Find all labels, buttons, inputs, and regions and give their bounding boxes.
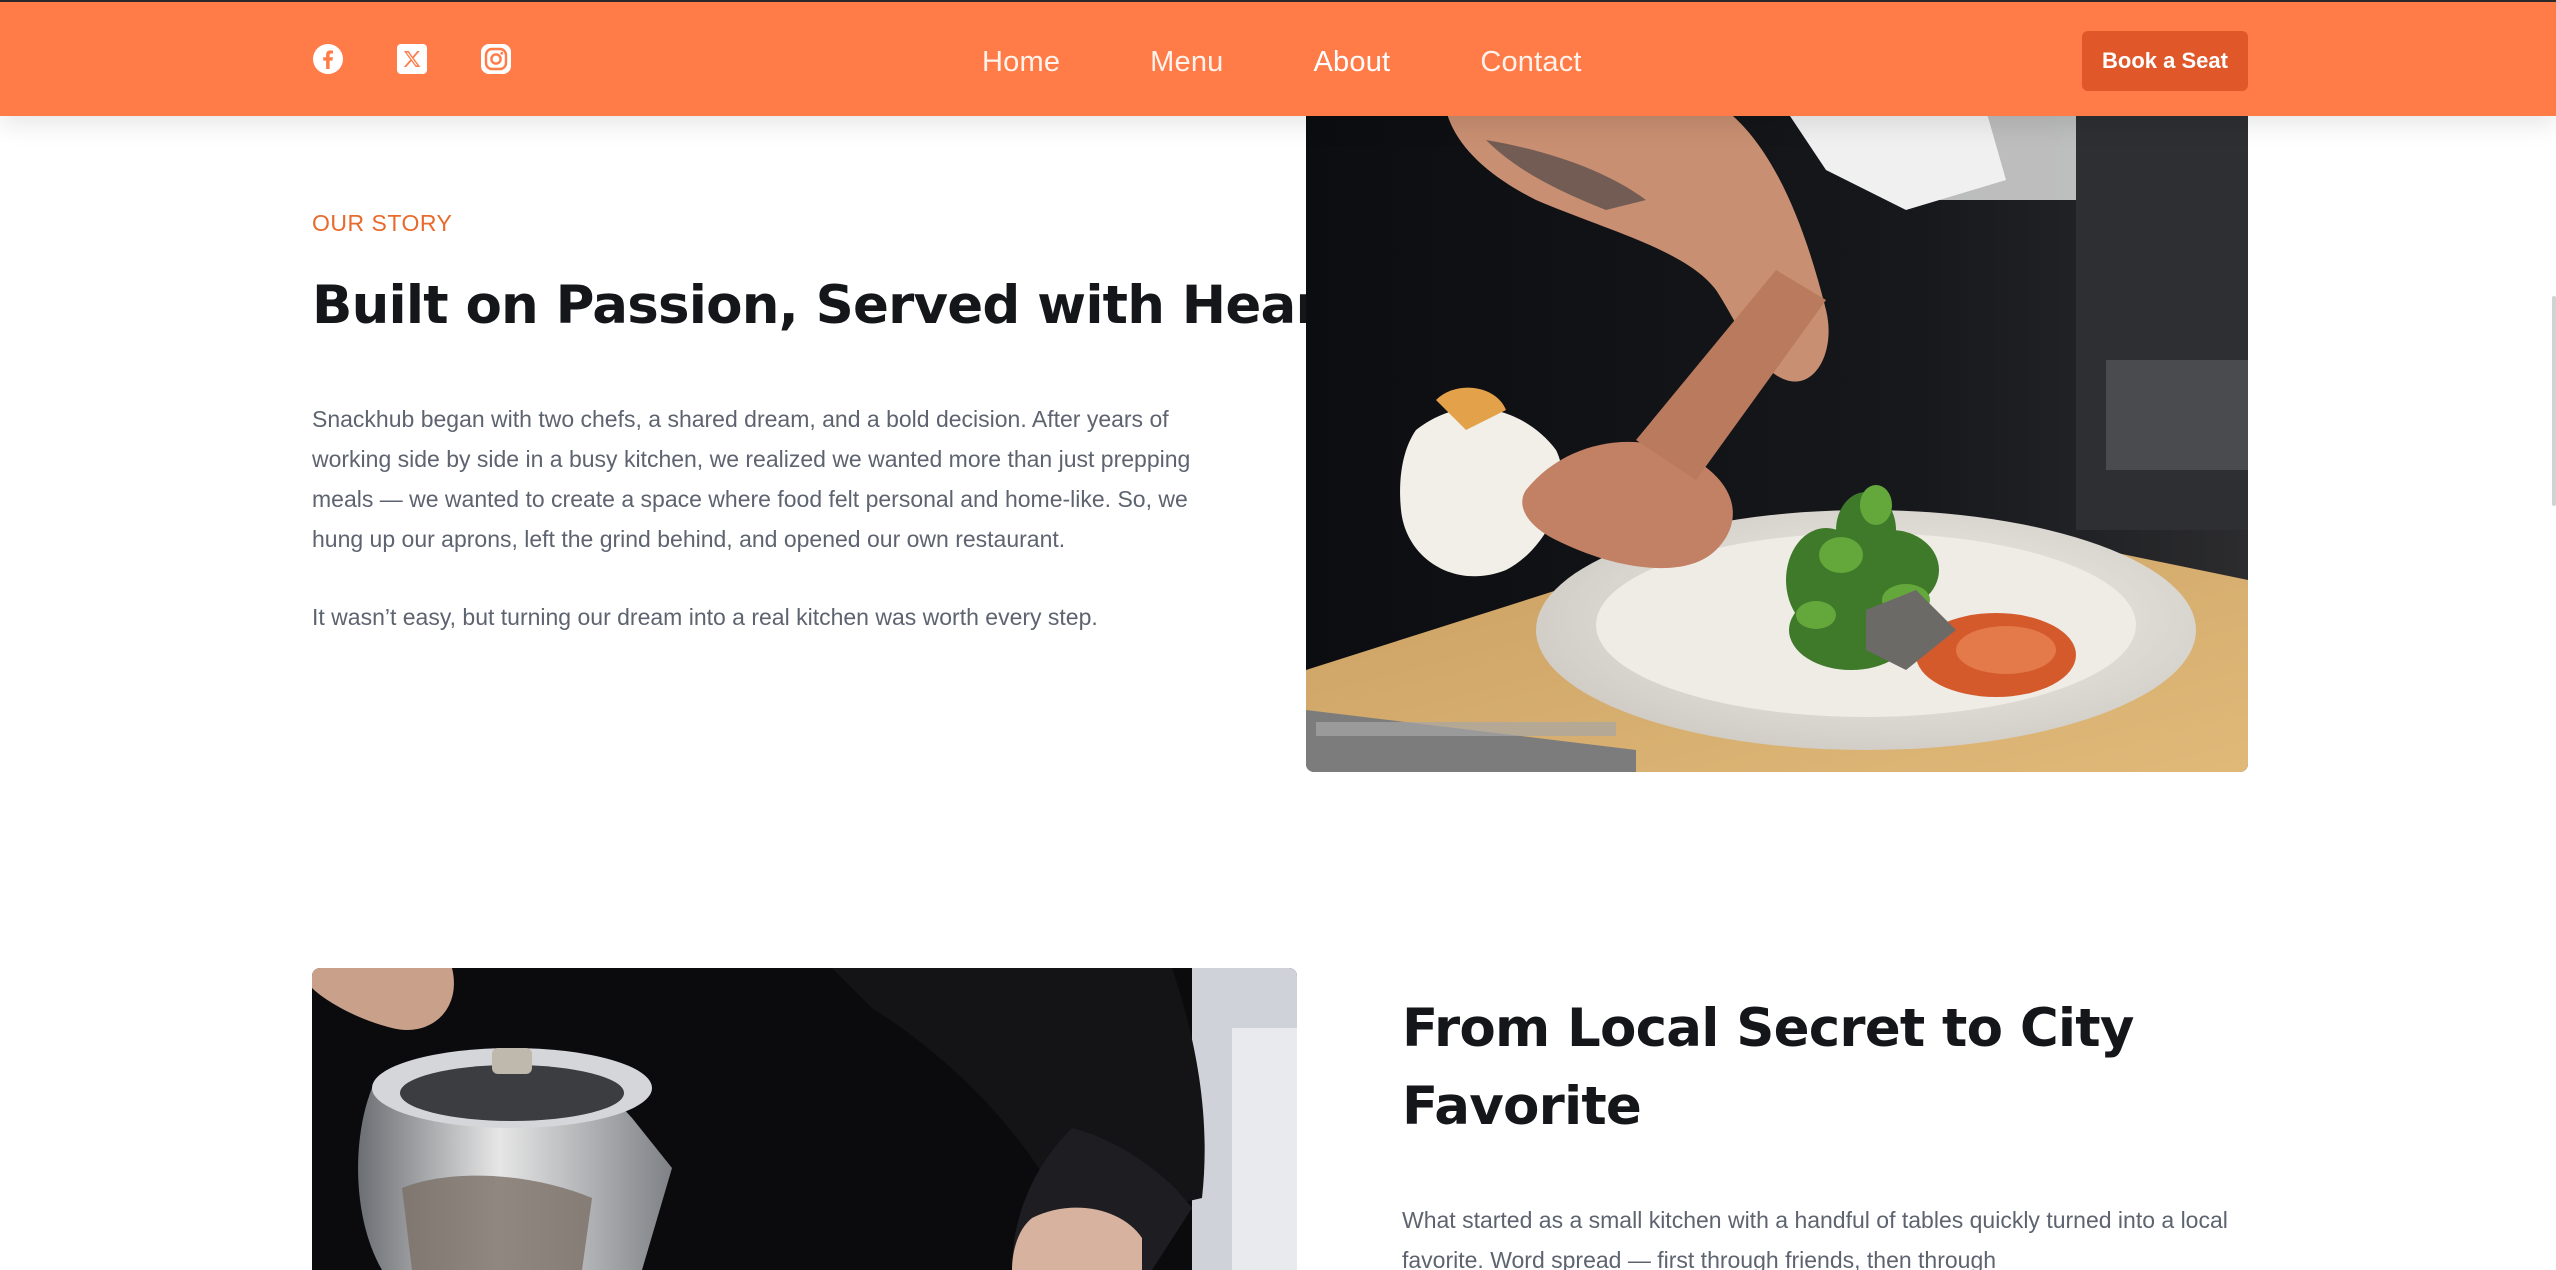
nav-menu[interactable]: Menu xyxy=(1150,42,1223,82)
scrollbar[interactable] xyxy=(2550,116,2556,1270)
facebook-icon[interactable] xyxy=(312,43,344,75)
story-paragraph-2: It wasn’t easy, but turning our dream in… xyxy=(312,604,1098,630)
nav-about[interactable]: About xyxy=(1314,42,1391,82)
main-nav: Home Menu About Contact xyxy=(982,42,1582,82)
nav-home[interactable]: Home xyxy=(982,42,1060,82)
nav-contact[interactable]: Contact xyxy=(1480,42,1581,82)
story-title: Built on Passion, Served with Heart xyxy=(312,275,1346,336)
story-paragraph-1: Snackhub began with two chefs, a shared … xyxy=(312,406,1191,552)
social-links xyxy=(312,43,512,75)
book-a-seat-button[interactable]: Book a Seat xyxy=(2082,31,2248,91)
favorite-title: From Local Secret to City Favorite xyxy=(1402,998,2134,1137)
favorite-paragraph: What started as a small kitchen with a h… xyxy=(1402,1207,2228,1270)
site-header: Home Menu About Contact Book a Seat xyxy=(0,0,2556,116)
scrollbar-thumb[interactable] xyxy=(2552,296,2556,506)
chef-pouring-icon xyxy=(312,968,1297,1270)
instagram-icon[interactable] xyxy=(480,43,512,75)
x-icon[interactable] xyxy=(396,43,428,75)
chef-pouring-image xyxy=(312,968,1297,1270)
section-eyebrow: OUR STORY xyxy=(312,210,453,236)
chef-plating-image xyxy=(1306,110,2248,772)
chef-plating-icon xyxy=(1306,110,2248,772)
